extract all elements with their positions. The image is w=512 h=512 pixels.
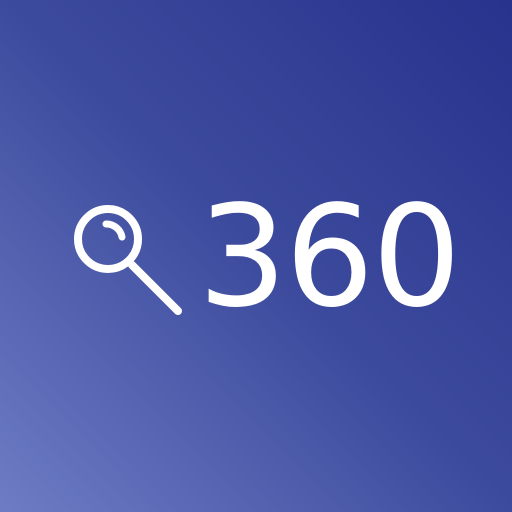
app-logo: 360 xyxy=(70,188,461,328)
app-icon: 360 xyxy=(0,0,512,512)
app-wordmark: 360 xyxy=(198,176,461,339)
magnifier-icon xyxy=(74,205,182,315)
